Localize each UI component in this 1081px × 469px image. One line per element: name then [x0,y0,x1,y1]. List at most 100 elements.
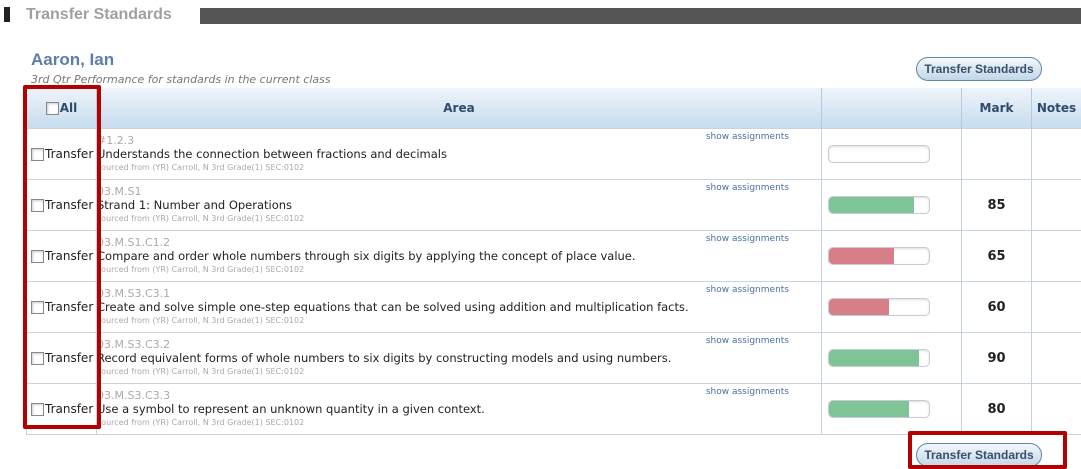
show-assignments-link[interactable]: show assignments [706,132,789,142]
standard-description: Use a symbol to represent an unknown qua… [97,402,821,417]
progress-cell [822,384,962,435]
progress-bar [828,349,930,367]
progress-fill [829,350,919,366]
mark-value: 90 [962,333,1032,384]
section-marker [4,7,10,22]
standard-description: Create and solve simple one-step equatio… [97,300,821,315]
transfer-cell: Transfer [27,180,97,231]
progress-cell [822,129,962,180]
standard-description: Understands the connection between fract… [97,147,821,162]
transfer-cell: Transfer [27,333,97,384]
transfer-option[interactable]: Transfer [27,249,96,263]
notes-cell [1032,384,1081,435]
show-assignments-link[interactable]: show assignments [706,285,789,295]
progress-fill [829,197,914,213]
transfer-standards-button-bottom[interactable]: Transfer Standards [916,443,1042,467]
transfer-label: Transfer [45,402,93,416]
progress-bar [828,298,930,316]
transfer-checkbox[interactable] [31,403,44,416]
standard-source: sourced from (YR) Carroll, N 3rd Grade(1… [97,213,821,224]
transfer-standards-button-top[interactable]: Transfer Standards [916,57,1042,81]
table-row: Transfer 03.M.S1 Strand 1: Number and Op… [27,180,1081,231]
standard-source: sourced from (YR) Carroll, N 3rd Grade(1… [97,366,821,377]
progress-cell [822,231,962,282]
transfer-cell: Transfer [27,282,97,333]
standard-description: Strand 1: Number and Operations [97,198,821,213]
header-mark: Mark [962,88,1032,129]
transfer-checkbox[interactable] [31,352,44,365]
table-row: Transfer #1.2.3 Understands the connecti… [27,129,1081,180]
notes-cell [1032,180,1081,231]
mark-value: 85 [962,180,1032,231]
mark-value: 65 [962,231,1032,282]
section-title: Transfer Standards [26,6,172,24]
progress-cell [822,333,962,384]
mark-value: 60 [962,282,1032,333]
area-cell: 03.M.S3.C3.3 Use a symbol to represent a… [97,384,822,435]
progress-bar [828,247,930,265]
header-all-label: All [60,101,78,115]
table-row: Transfer 03.M.S3.C3.2 Record equivalent … [27,333,1081,384]
transfer-cell: Transfer [27,129,97,180]
transfer-label: Transfer [45,300,93,314]
area-cell: 03.M.S1 Strand 1: Number and Operations … [97,180,822,231]
standard-source: sourced from (YR) Carroll, N 3rd Grade(1… [97,264,821,275]
table-row: Transfer 03.M.S3.C3.3 Use a symbol to re… [27,384,1081,435]
area-cell: 03.M.S1.C1.2 Compare and order whole num… [97,231,822,282]
select-all-checkbox[interactable] [46,102,59,115]
notes-cell [1032,282,1081,333]
progress-cell [822,282,962,333]
standard-source: sourced from (YR) Carroll, N 3rd Grade(1… [97,162,821,173]
section-divider-bar [200,8,1081,24]
show-assignments-link[interactable]: show assignments [706,234,789,244]
transfer-label: Transfer [45,351,93,365]
transfer-checkbox[interactable] [31,148,44,161]
table-row: Transfer 03.M.S3.C3.1 Create and solve s… [27,282,1081,333]
standard-source: sourced from (YR) Carroll, N 3rd Grade(1… [97,417,821,428]
show-assignments-link[interactable]: show assignments [706,183,789,193]
transfer-cell: Transfer [27,231,97,282]
table-header-row: All Area Mark Notes [27,88,1081,129]
progress-bar [828,145,930,163]
header-area: Area [97,88,822,129]
area-cell: #1.2.3 Understands the connection betwee… [97,129,822,180]
standard-source: sourced from (YR) Carroll, N 3rd Grade(1… [97,315,821,326]
transfer-label: Transfer [45,249,93,263]
mark-value: 80 [962,384,1032,435]
area-cell: 03.M.S3.C3.2 Record equivalent forms of … [97,333,822,384]
header-all[interactable]: All [27,88,97,129]
transfer-checkbox[interactable] [31,199,44,212]
transfer-checkbox[interactable] [31,250,44,263]
progress-fill [829,299,889,315]
notes-cell [1032,333,1081,384]
standards-table: All Area Mark Notes Transfer #1.2.3 Unde… [26,88,1081,435]
transfer-label: Transfer [45,198,93,212]
transfer-option[interactable]: Transfer [27,147,96,161]
header-notes: Notes [1032,88,1081,129]
mark-value [962,129,1032,180]
table-row: Transfer 03.M.S1.C1.2 Compare and order … [27,231,1081,282]
area-cell: 03.M.S3.C3.1 Create and solve simple one… [97,282,822,333]
section-header: Transfer Standards [0,0,1081,26]
transfer-option[interactable]: Transfer [27,300,96,314]
transfer-cell: Transfer [27,384,97,435]
standard-description: Record equivalent forms of whole numbers… [97,351,821,366]
transfer-option[interactable]: Transfer [27,402,96,416]
progress-fill [829,248,894,264]
progress-bar [828,400,930,418]
standard-description: Compare and order whole numbers through … [97,249,821,264]
show-assignments-link[interactable]: show assignments [706,336,789,346]
student-subtitle: 3rd Qtr Performance for standards in the… [31,73,331,86]
progress-cell [822,180,962,231]
transfer-option[interactable]: Transfer [27,198,96,212]
show-assignments-link[interactable]: show assignments [706,387,789,397]
transfer-checkbox[interactable] [31,301,44,314]
notes-cell [1032,129,1081,180]
progress-bar [828,196,930,214]
header-progress [822,88,962,129]
notes-cell [1032,231,1081,282]
transfer-option[interactable]: Transfer [27,351,96,365]
transfer-label: Transfer [45,147,93,161]
progress-fill [829,401,909,417]
student-name: Aaron, Ian [31,50,114,70]
